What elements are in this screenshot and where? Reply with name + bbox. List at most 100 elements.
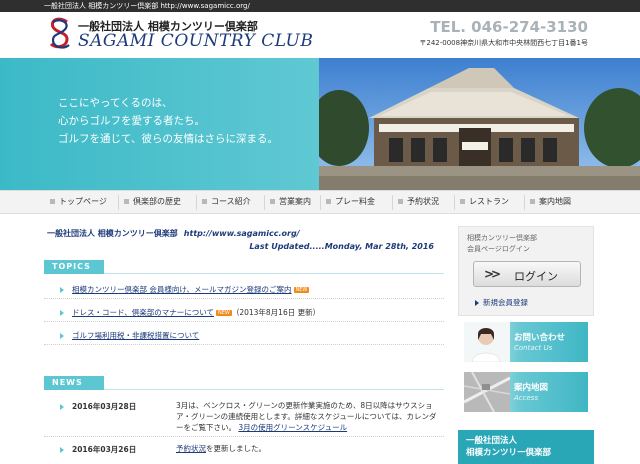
contact-title: お問い合わせ	[514, 333, 566, 343]
login-title: 相模カンツリー倶楽部 会員ページログイン	[467, 233, 537, 255]
news-date-text: 2016年03月26日	[72, 445, 137, 454]
nav-label: 案内地図	[539, 197, 571, 206]
hero-line: ゴルフを通じて、彼らの友情はさらに深まる。	[58, 133, 278, 145]
news-body: 3月は、ベンクロス・グリーンの更新作業実施のため、8日以降はサウスショア・グリー…	[176, 400, 438, 433]
nav-square-icon	[460, 199, 465, 204]
register-link[interactable]: 新規会員登録	[475, 297, 528, 308]
topics-label: TOPICS	[44, 260, 104, 274]
nav-label: 予約状況	[407, 197, 439, 206]
topic-item: ドレス・コード、倶楽部のマナーについて NEW （2013年8月16日 更新）	[60, 307, 320, 318]
nav-label: 倶楽部の歴史	[133, 197, 181, 206]
site-url: http://www.sagamicc.org/	[183, 229, 300, 238]
new-badge: NEW	[215, 310, 232, 316]
new-badge: NEW	[293, 287, 310, 293]
divider	[44, 436, 444, 437]
login-title-line: 相模カンツリー倶楽部	[467, 234, 537, 242]
bullet-icon	[60, 287, 64, 293]
divider	[44, 344, 444, 345]
site-identity: 一般社団法人 相模カンツリー倶楽部 http://www.sagamicc.org…	[47, 228, 300, 239]
bullet-icon	[60, 447, 64, 453]
last-updated: Last Updated.....Monday, Mar 28th, 2016	[249, 242, 434, 251]
news-label: NEWS	[44, 376, 104, 390]
top-strip: 一般社団法人 相模カンツリー倶楽部 http://www.sagamicc.or…	[0, 0, 640, 12]
phone-number: TEL. 046-274-3130	[430, 18, 588, 36]
news-header: NEWS	[44, 376, 444, 390]
nav-square-icon	[398, 199, 403, 204]
nav-business[interactable]: 営業案内	[270, 191, 311, 213]
nav-reservation[interactable]: 予約状況	[398, 191, 439, 213]
double-chevron-right-icon: >>	[484, 267, 501, 281]
nav-divider	[524, 195, 525, 210]
address: 〒242-0008神奈川県大和市中央林間西七丁目1番1号	[419, 39, 588, 47]
news-date: 2016年03月28日	[60, 401, 136, 412]
login-title-line: 会員ページログイン	[467, 245, 530, 253]
nav-history[interactable]: 倶楽部の歴史	[124, 191, 181, 213]
topic-link[interactable]: ゴルフ場利用税・非課税措置について	[72, 331, 199, 340]
nav-square-icon	[202, 199, 207, 204]
nav-divider	[454, 195, 455, 210]
topic-link[interactable]: ドレス・コード、倶楽部のマナーについて	[72, 308, 214, 317]
map-thumbnail-icon	[464, 372, 510, 412]
nav-course[interactable]: コース紹介	[202, 191, 251, 213]
arrow-right-icon	[475, 300, 479, 306]
org-name-en[interactable]: SAGAMI COUNTRY CLUB	[78, 31, 313, 51]
topic-link[interactable]: 相模カンツリー倶楽部 会員様向け、メールマガジン登録のご案内	[72, 285, 292, 294]
nav-label: プレー料金	[335, 197, 375, 206]
contact-banner[interactable]: お問い合わせ Contact Us	[464, 322, 588, 362]
site-header: 一般社団法人 相模カンツリー倶楽部 SAGAMI COUNTRY CLUB TE…	[0, 12, 640, 58]
topic-item: ゴルフ場利用税・非課税措置について	[60, 330, 199, 341]
nav-label: レストラン	[469, 197, 509, 206]
hero-tagline: ここにやってくるのは、 心からゴルフを愛する者たち。 ゴルフを通じて、彼らの友情…	[58, 94, 278, 148]
news-text: を更新しました。	[206, 444, 266, 453]
org-footer-box: 一般社団法人 相模カンツリー倶楽部	[458, 430, 594, 464]
nav-square-icon	[326, 199, 331, 204]
hero-line: 心からゴルフを愛する者たち。	[58, 115, 205, 127]
operator-photo-icon	[464, 322, 510, 362]
map-title: 案内地図	[514, 383, 549, 393]
bullet-icon	[60, 404, 64, 410]
login-button-label: ログイン	[514, 270, 558, 283]
map-banner[interactable]: 案内地図 Access	[464, 372, 588, 412]
nav-divider	[264, 195, 265, 210]
divider	[44, 298, 444, 299]
nav-divider	[118, 195, 119, 210]
site-org-name: 一般社団法人 相模カンツリー倶楽部	[47, 229, 178, 238]
nav-label: トップページ	[59, 197, 107, 206]
nav-divider	[392, 195, 393, 210]
clubhouse-photo	[319, 58, 640, 190]
nav-label: 営業案内	[279, 197, 311, 206]
news-date-text: 2016年03月28日	[72, 402, 137, 411]
org-footer-line: 相模カンツリー倶楽部	[466, 448, 552, 458]
nav-square-icon	[270, 199, 275, 204]
nav-square-icon	[124, 199, 129, 204]
news-date: 2016年03月26日	[60, 444, 136, 455]
topic-item: 相模カンツリー倶楽部 会員様向け、メールマガジン登録のご案内 NEW	[60, 284, 310, 295]
nav-restaurant[interactable]: レストラン	[460, 191, 509, 213]
news-link[interactable]: 予約状況	[176, 444, 206, 453]
nav-divider	[196, 195, 197, 210]
nav-label: コース紹介	[211, 197, 251, 206]
nav-square-icon	[530, 199, 535, 204]
hero-banner: ここにやってくるのは、 心からゴルフを愛する者たち。 ゴルフを通じて、彼らの友情…	[0, 58, 640, 190]
topics-header: TOPICS	[44, 260, 444, 274]
nav-top[interactable]: トップページ	[50, 191, 107, 213]
org-footer-line: 一般社団法人	[466, 436, 518, 446]
sidebar: 相模カンツリー倶楽部 会員ページログイン >> ログイン 新規会員登録 お問い合…	[458, 226, 594, 464]
contact-subtitle: Contact Us	[514, 344, 553, 352]
divider	[44, 321, 444, 322]
login-button[interactable]: >> ログイン	[473, 261, 581, 287]
bullet-icon	[60, 310, 64, 316]
member-login-box: 相模カンツリー倶楽部 会員ページログイン >> ログイン 新規会員登録	[458, 226, 594, 316]
topic-note: （2013年8月16日 更新）	[231, 308, 321, 317]
news-link[interactable]: 3月の使用グリーンスケジュール	[238, 423, 347, 432]
map-subtitle: Access	[514, 394, 539, 402]
nav-fees[interactable]: プレー料金	[326, 191, 375, 213]
nav-divider	[320, 195, 321, 210]
register-label: 新規会員登録	[483, 298, 528, 307]
news-body: 予約状況を更新しました。	[176, 443, 438, 454]
bullet-icon	[60, 333, 64, 339]
club-logo-icon[interactable]	[47, 16, 73, 52]
nav-map[interactable]: 案内地図	[530, 191, 571, 213]
global-nav: トップページ 倶楽部の歴史 コース紹介 営業案内 プレー料金 予約状況 レストラ…	[0, 190, 640, 214]
hero-line: ここにやってくるのは、	[58, 97, 173, 109]
